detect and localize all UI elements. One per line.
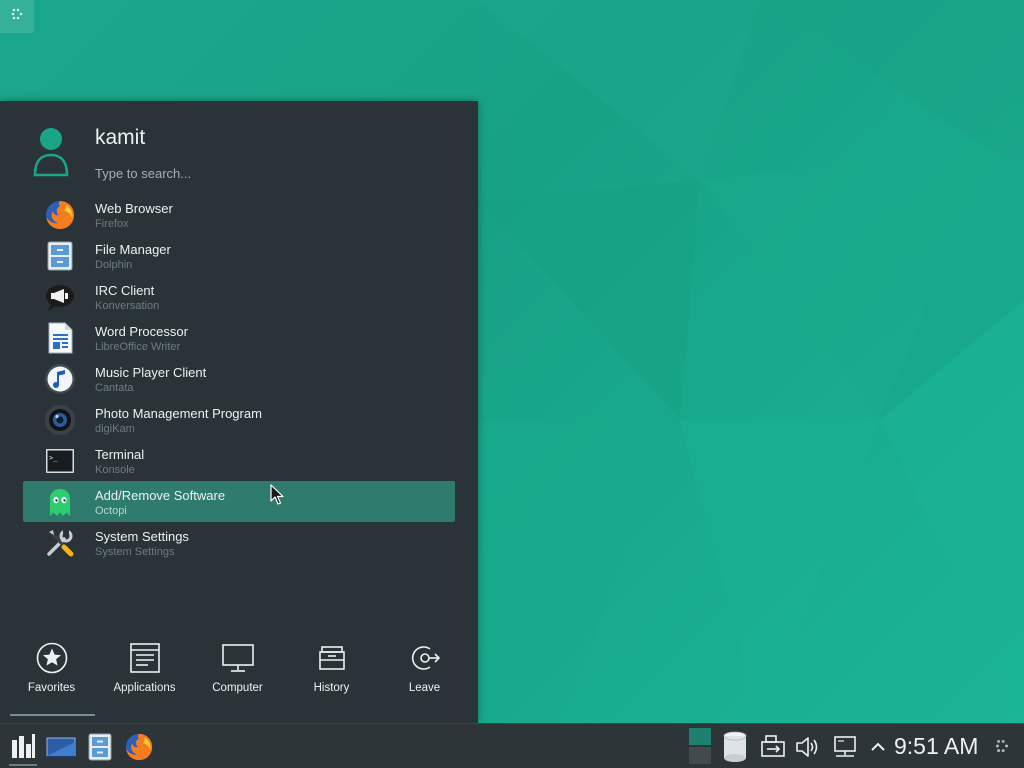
- active-tab-indicator: [10, 714, 95, 716]
- app-generic-name: Firefox: [95, 218, 129, 230]
- taskbar-file-manager[interactable]: [85, 732, 115, 762]
- favorites-list: Web Browser Firefox File Manager Dolphin: [23, 194, 455, 563]
- list-item-web-browser[interactable]: Web Browser Firefox: [23, 194, 455, 235]
- tab-label: Favorites: [27, 682, 76, 694]
- desktop-toolbox-button[interactable]: [0, 0, 34, 33]
- app-name: IRC Client: [95, 283, 155, 298]
- app-name: Web Browser: [95, 201, 173, 216]
- tab-label: Leave: [408, 682, 441, 694]
- tab-history[interactable]: History: [285, 635, 378, 705]
- app-generic-name: digiKam: [95, 423, 135, 435]
- list-item-music-player[interactable]: Music Player Client Cantata: [23, 358, 455, 399]
- application-launcher-button[interactable]: [8, 732, 38, 762]
- file-manager-icon: [44, 240, 76, 272]
- panel-toolbox-button[interactable]: [994, 738, 1010, 754]
- chevron-up-icon: [868, 742, 888, 764]
- irc-chat-icon: [44, 281, 76, 313]
- list-item-word-processor[interactable]: Word Processor LibreOffice Writer: [23, 317, 455, 358]
- app-name: Music Player Client: [95, 365, 207, 380]
- tray-expand-button[interactable]: [868, 734, 888, 760]
- app-generic-name: Konversation: [95, 300, 160, 312]
- list-item-file-manager[interactable]: File Manager Dolphin: [23, 235, 455, 276]
- tray-removable-devices[interactable]: [760, 734, 786, 760]
- list-item-terminal[interactable]: >_ Terminal Konsole: [23, 440, 455, 481]
- logout-icon: [408, 641, 442, 675]
- app-name: Add/Remove Software: [95, 488, 226, 503]
- terminal-icon: >_: [44, 445, 76, 477]
- user-avatar-icon[interactable]: [32, 127, 70, 177]
- document-icon: [44, 322, 76, 354]
- app-generic-name: Cantata: [95, 382, 134, 394]
- launcher-tab-bar: Favorites Applications Computer History …: [0, 635, 478, 705]
- firefox-icon: [44, 199, 76, 231]
- taskbar: 9:51 AM: [0, 723, 1024, 768]
- user-header: kamit: [0, 101, 478, 196]
- app-generic-name: Konsole: [95, 464, 135, 476]
- app-name: System Settings: [95, 529, 189, 544]
- app-generic-name: Octopi: [95, 505, 127, 517]
- firefox-icon: [124, 733, 154, 766]
- app-name: Terminal: [95, 447, 145, 462]
- applications-window-icon: [128, 641, 162, 675]
- plasma-toolbox-icon: [10, 7, 24, 26]
- launcher-active-indicator: [9, 764, 37, 766]
- music-note-icon: [44, 363, 76, 395]
- tray-disk[interactable]: [722, 731, 748, 762]
- tab-applications[interactable]: Applications: [98, 635, 191, 705]
- list-item-irc-client[interactable]: IRC Client Konversation: [23, 276, 455, 317]
- list-item-photo-management[interactable]: Photo Management Program digiKam: [23, 399, 455, 440]
- archive-box-icon: [315, 641, 349, 675]
- app-name: Photo Management Program: [95, 406, 262, 421]
- star-icon: [35, 641, 69, 675]
- svg-text:>_: >_: [49, 454, 58, 462]
- tab-label: Computer: [212, 682, 263, 694]
- tab-leave[interactable]: Leave: [378, 635, 471, 705]
- camera-lens-icon: [44, 404, 76, 436]
- tab-favorites[interactable]: Favorites: [5, 635, 98, 705]
- desktop-icon: [46, 737, 76, 766]
- tab-label: Applications: [113, 682, 176, 694]
- search-input[interactable]: [93, 163, 457, 183]
- pager-desktop-2[interactable]: [689, 747, 711, 764]
- app-name: Word Processor: [95, 324, 188, 339]
- list-item-system-settings[interactable]: System Settings System Settings: [23, 522, 455, 563]
- ghost-icon: [44, 486, 76, 518]
- taskbar-firefox[interactable]: [124, 732, 154, 762]
- tools-icon: [44, 527, 76, 559]
- tab-computer[interactable]: Computer: [191, 635, 284, 705]
- plasma-toolbox-icon: [994, 739, 1010, 758]
- taskbar-show-desktop[interactable]: [46, 732, 76, 762]
- application-launcher-menu: kamit Web Browser Firefox: [0, 101, 478, 723]
- network-icon: [832, 736, 858, 764]
- usb-icon: [760, 735, 786, 764]
- tray-volume[interactable]: [794, 734, 820, 760]
- user-name: kamit: [95, 126, 146, 149]
- app-name: File Manager: [95, 242, 171, 257]
- list-item-add-remove-software[interactable]: Add/Remove Software Octopi: [23, 481, 455, 522]
- mouse-pointer-icon: [270, 484, 284, 505]
- file-manager-icon: [85, 733, 115, 766]
- tab-label: History: [313, 682, 350, 694]
- monitor-icon: [221, 641, 255, 675]
- volume-icon: [794, 737, 820, 764]
- pager-desktop-1[interactable]: [689, 728, 711, 745]
- virtual-desktop-pager: [689, 728, 711, 765]
- digital-clock[interactable]: 9:51 AM: [894, 733, 978, 760]
- tray-network[interactable]: [832, 734, 858, 760]
- disk-icon: [722, 731, 748, 767]
- app-generic-name: Dolphin: [95, 259, 133, 271]
- app-generic-name: System Settings: [95, 546, 175, 558]
- app-generic-name: LibreOffice Writer: [95, 341, 181, 353]
